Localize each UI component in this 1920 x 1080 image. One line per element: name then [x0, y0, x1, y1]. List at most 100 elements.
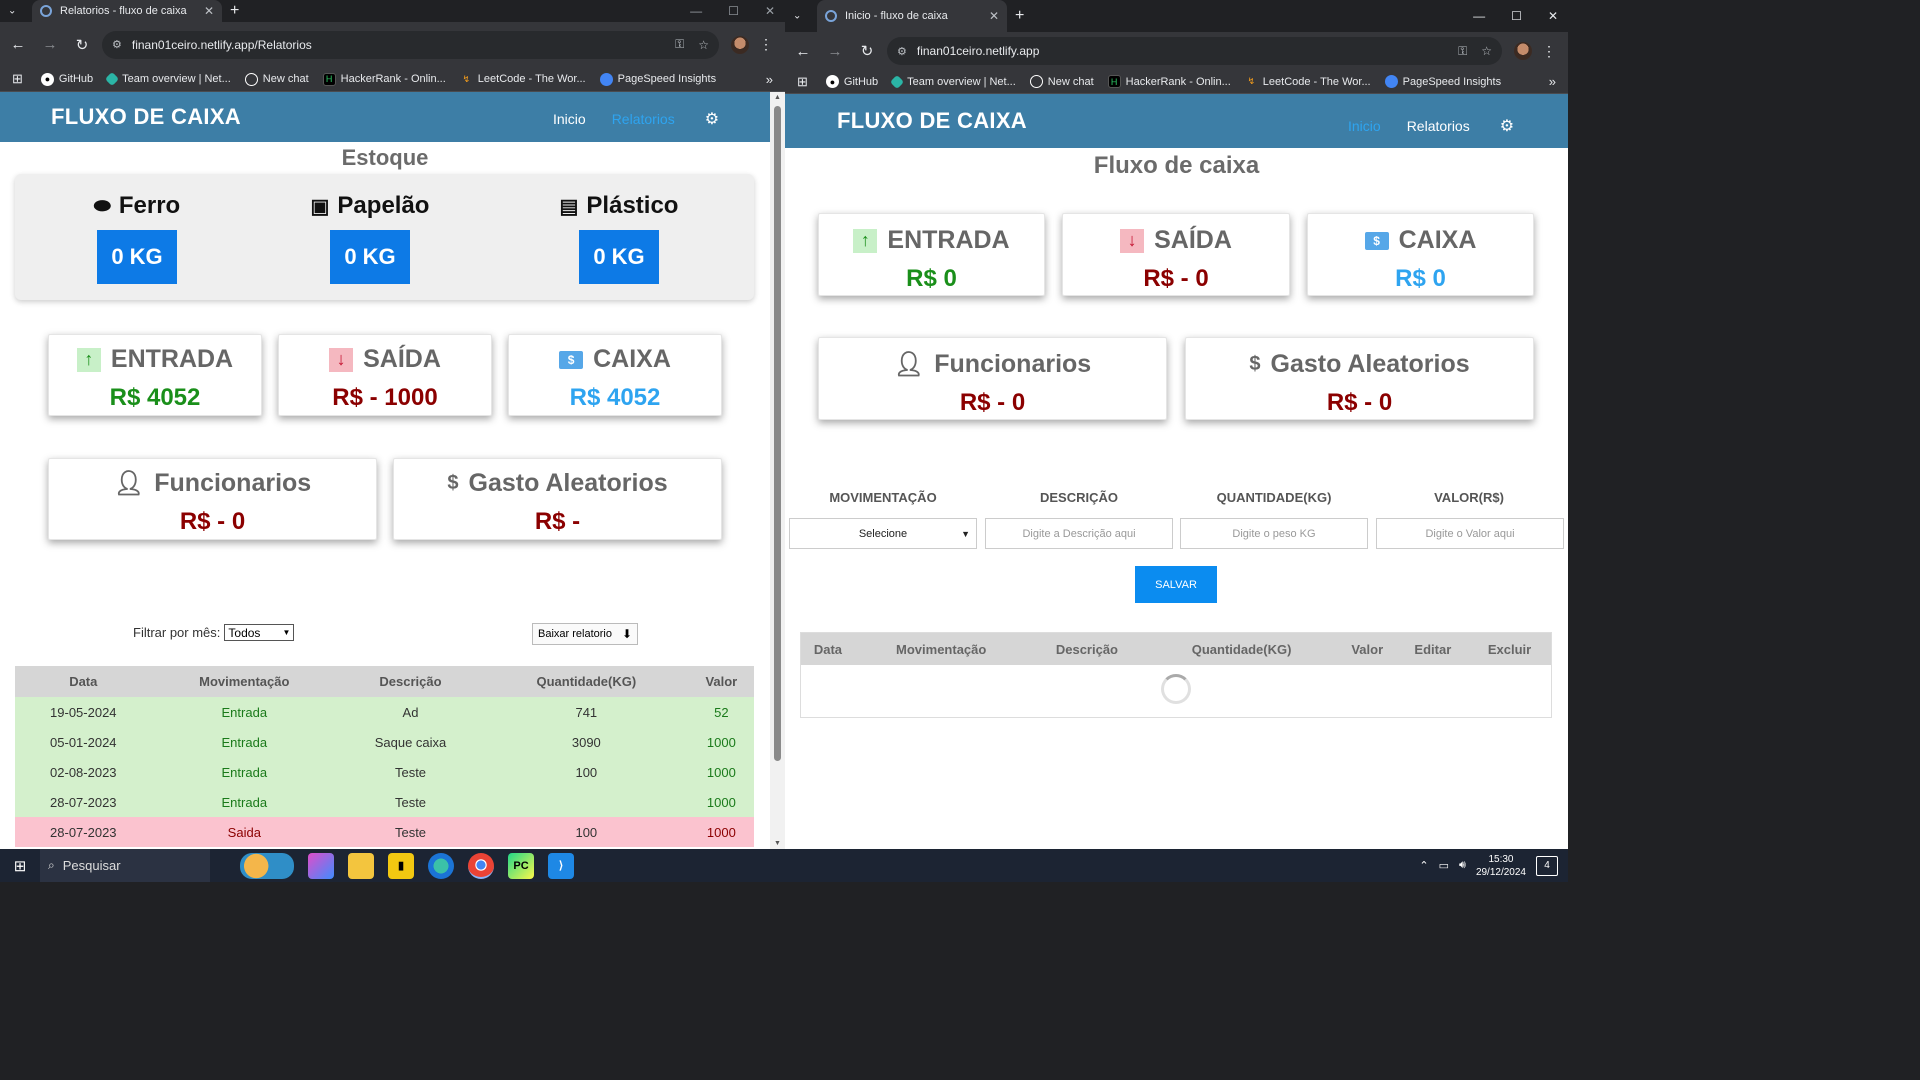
clock[interactable]: 15:30 29/12/2024: [1476, 853, 1526, 879]
cell-quantidade: [483, 787, 689, 817]
site-info-icon[interactable]: ⚙: [897, 45, 907, 58]
bookmark-leetcode[interactable]: ↯ LeetCode - The Wor...: [460, 73, 586, 86]
cell-valor: 1000: [688, 757, 754, 787]
scroll-up-icon[interactable]: ▲: [770, 94, 785, 101]
profile-avatar[interactable]: [731, 35, 749, 54]
tab-title: Inicio - fluxo de caixa: [845, 10, 948, 22]
network-icon[interactable]: ▭: [1439, 859, 1449, 872]
nav-inicio[interactable]: Inicio: [553, 111, 586, 127]
forward-icon[interactable]: →: [36, 36, 64, 53]
password-key-icon[interactable]: ⚿: [675, 37, 684, 52]
cell-descricao: Teste: [337, 757, 484, 787]
close-window-icon[interactable]: ✕: [1548, 9, 1558, 23]
col-excluir: Excluir: [1468, 633, 1551, 665]
bookmark-leetcode[interactable]: ↯ LeetCode - The Wor...: [1245, 75, 1371, 88]
save-button[interactable]: SALVAR: [1135, 566, 1217, 603]
nav-relatorios[interactable]: Relatorios: [612, 111, 675, 127]
settings-gear-icon[interactable]: ⚙: [705, 109, 719, 129]
page-scrollbar[interactable]: ▲ ▼: [770, 92, 785, 849]
bookmark-hackerrank[interactable]: H HackerRank - Onlin...: [322, 72, 446, 86]
taskbar-search[interactable]: ⌕ Pesquisar: [40, 849, 210, 882]
close-tab-icon[interactable]: ✕: [989, 9, 999, 23]
caixa-card: $ CAIXA R$ 0: [1307, 213, 1534, 296]
col-movimentacao: Movimentação: [854, 633, 1028, 665]
apps-grid-icon[interactable]: ⊞: [797, 74, 808, 90]
new-tab-icon[interactable]: +: [1015, 7, 1024, 25]
cell-descricao: Teste: [337, 817, 484, 847]
col-quantidade: Quantidade(KG): [1146, 633, 1337, 665]
valor-input[interactable]: Digite o Valor aqui: [1376, 518, 1564, 549]
back-icon[interactable]: ←: [789, 43, 817, 60]
bookmark-team-overview[interactable]: Team overview | Net...: [890, 74, 1016, 89]
profile-avatar[interactable]: [1514, 42, 1532, 60]
scroll-down-icon[interactable]: ▼: [770, 840, 785, 847]
vscode-icon[interactable]: ⟩: [548, 852, 574, 879]
entrada-card: ↑ ENTRADA R$ 0: [818, 213, 1045, 296]
browser-tab[interactable]: Relatorios - fluxo de caixa ✕: [32, 0, 222, 22]
search-highlight-icon[interactable]: [240, 852, 294, 879]
copilot-icon[interactable]: [308, 852, 334, 879]
address-bar[interactable]: ⚙ finan01ceiro.netlify.app ⚿ ☆: [887, 37, 1502, 65]
back-icon[interactable]: ←: [4, 36, 32, 53]
apps-grid-icon[interactable]: ⊞: [12, 71, 23, 87]
nav-relatorios[interactable]: Relatorios: [1407, 118, 1470, 134]
more-bookmarks-icon[interactable]: »: [1549, 74, 1556, 89]
tray-chevron-up-icon[interactable]: ⌃: [1419, 859, 1428, 872]
cell-quantidade: 3090: [483, 727, 689, 757]
month-select[interactable]: Todos ▼: [224, 624, 295, 641]
chrome-icon[interactable]: [468, 852, 494, 879]
more-bookmarks-icon[interactable]: »: [766, 72, 773, 87]
close-tab-icon[interactable]: ✕: [204, 4, 214, 18]
bookmark-github[interactable]: ● GitHub: [825, 75, 878, 88]
minimize-icon[interactable]: —: [690, 4, 702, 18]
scrollbar-thumb[interactable]: [774, 106, 781, 761]
hackerrank-icon: H: [322, 72, 336, 86]
reload-icon[interactable]: ↻: [853, 42, 881, 60]
browser-menu-icon[interactable]: ⋮: [759, 36, 773, 53]
movimentacao-select[interactable]: Selecione ▼: [789, 518, 977, 549]
powerbi-icon[interactable]: ▮: [388, 852, 414, 879]
edge-icon[interactable]: [428, 852, 454, 879]
file-explorer-icon[interactable]: [348, 852, 374, 879]
bookmark-new-chat[interactable]: New chat: [244, 72, 309, 86]
browser-tab[interactable]: Inicio - fluxo de caixa ✕: [817, 0, 1007, 32]
inicio-page: FLUXO DE CAIXA Inicio Relatorios ⚙ Fluxo…: [785, 94, 1568, 849]
settings-gear-icon[interactable]: ⚙: [1500, 116, 1514, 136]
estoque-ferro: ⬬ Ferro 0 KG: [87, 192, 187, 284]
pycharm-icon[interactable]: PC: [508, 852, 534, 879]
bookmark-star-icon[interactable]: ☆: [698, 38, 709, 52]
address-bar[interactable]: ⚙ finan01ceiro.netlify.app/Relatorios ⚿ …: [102, 30, 719, 59]
bookmark-pagespeed[interactable]: PageSpeed Insights: [599, 72, 716, 86]
reload-icon[interactable]: ↻: [68, 36, 96, 54]
descricao-input[interactable]: Digite a Descrição aqui: [985, 518, 1173, 549]
estoque-title: Estoque: [341, 145, 429, 170]
bookmark-team-overview[interactable]: Team overview | Net...: [105, 71, 231, 87]
maximize-icon[interactable]: ☐: [728, 4, 739, 18]
bookmark-github[interactable]: ● GitHub: [40, 72, 93, 86]
minimize-icon[interactable]: —: [1473, 9, 1485, 23]
maximize-icon[interactable]: ☐: [1511, 9, 1522, 23]
password-key-icon[interactable]: ⚿: [1458, 44, 1467, 59]
download-report-button[interactable]: Baixar relatorio ⬇: [532, 623, 639, 645]
site-info-icon[interactable]: ⚙: [112, 38, 122, 51]
forward-icon[interactable]: →: [821, 43, 849, 60]
nav-inicio[interactable]: Inicio: [1348, 118, 1381, 134]
windows-start-icon[interactable]: ⊞: [0, 857, 40, 875]
bookmark-new-chat[interactable]: New chat: [1029, 75, 1094, 88]
bookmark-pagespeed[interactable]: PageSpeed Insights: [1384, 75, 1501, 88]
volume-icon[interactable]: 🔊︎: [1459, 859, 1466, 872]
pagespeed-icon: [599, 72, 613, 86]
user-icon: 👤︎: [893, 351, 925, 378]
quantidade-input[interactable]: Digite o peso KG: [1180, 518, 1368, 549]
new-tab-icon[interactable]: +: [230, 2, 239, 20]
tab-search-icon[interactable]: ⌄: [793, 11, 801, 22]
funcionarios-value: R$ - 0: [179, 508, 246, 535]
tab-search-icon[interactable]: ⌄: [8, 6, 16, 17]
cell-quantidade: 741: [483, 697, 689, 727]
bookmark-star-icon[interactable]: ☆: [1481, 44, 1492, 58]
browser-menu-icon[interactable]: ⋮: [1542, 43, 1556, 60]
bookmark-hackerrank[interactable]: H HackerRank - Onlin...: [1107, 75, 1231, 88]
notifications-icon[interactable]: 4: [1536, 855, 1558, 876]
filter-label: Filtrar por mês:: [133, 625, 221, 640]
close-window-icon[interactable]: ✕: [765, 4, 775, 18]
